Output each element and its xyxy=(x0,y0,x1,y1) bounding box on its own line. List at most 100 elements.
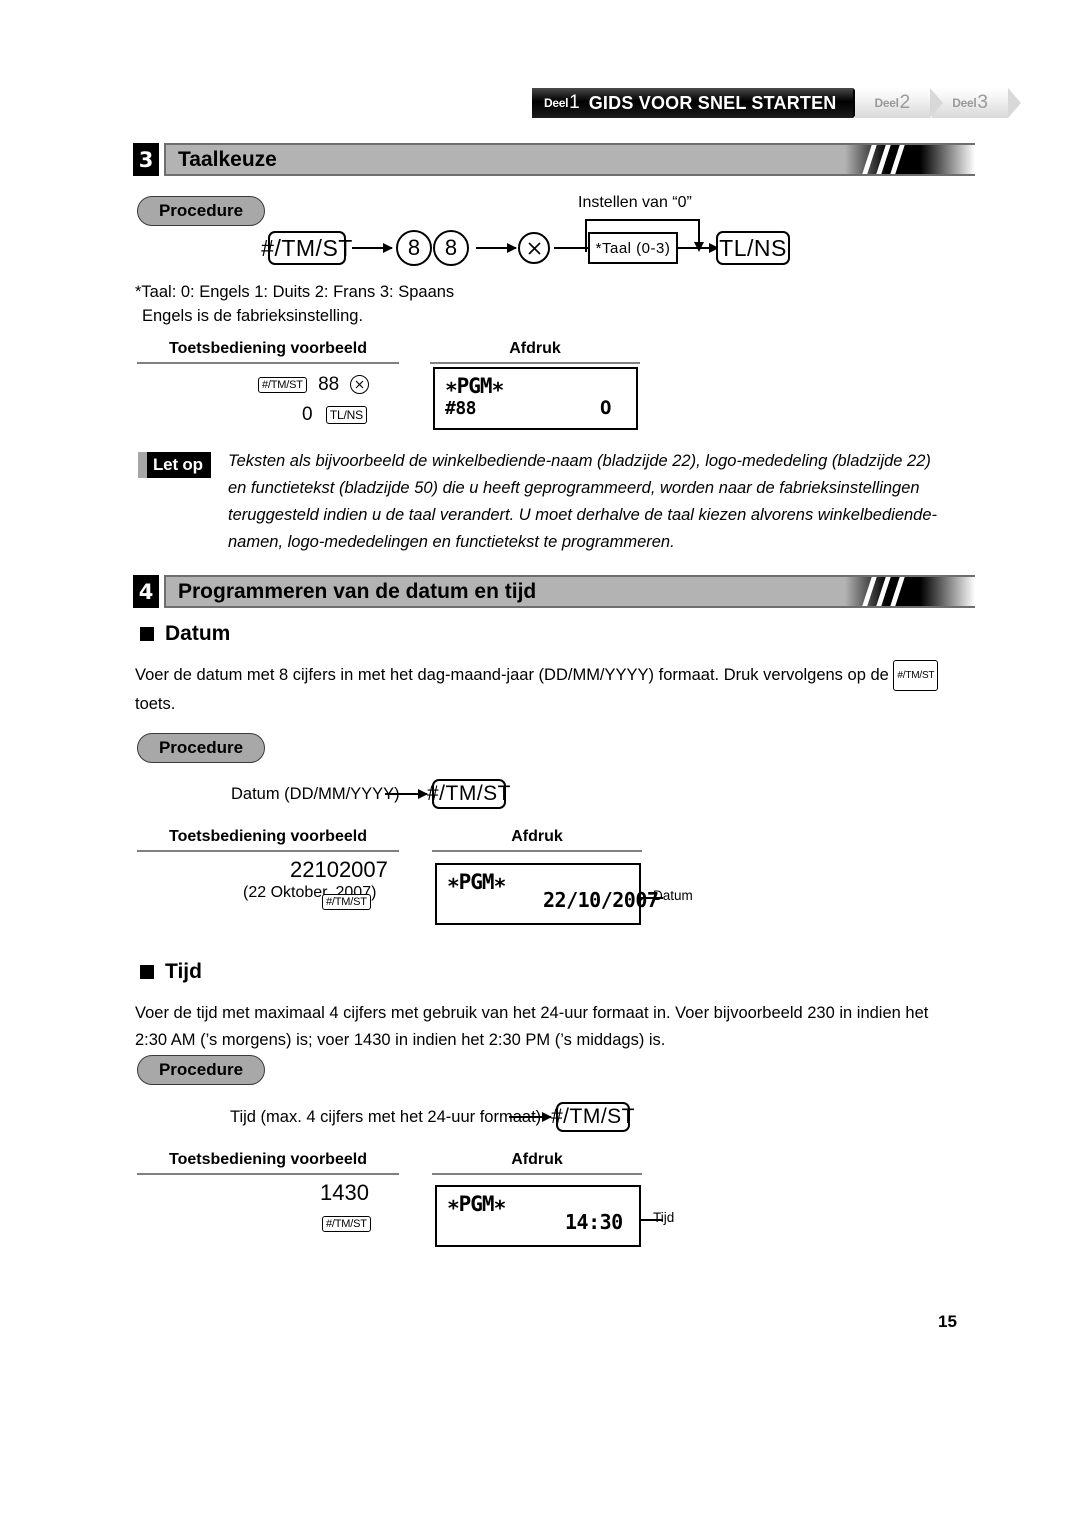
receipt-title-taalkeuze: ∗PGM∗ xyxy=(445,374,504,398)
receipt-title-datum: ∗PGM∗ xyxy=(447,870,506,894)
section-3-title: Taalkeuze xyxy=(178,147,277,171)
subsection-tijd-label: Tijd xyxy=(165,960,202,983)
tail-slash-4 xyxy=(860,577,879,606)
section-4-title: Programmeren van de datum en tijd xyxy=(178,579,537,603)
receipt-value-datum: 22/10/2007 xyxy=(543,888,659,912)
example-datum-entry-key-wrap: #/TM/ST xyxy=(322,893,371,911)
key-hash-tm-st-flow3[interactable]: #/TM/ST xyxy=(261,231,352,265)
example3-keys-row-2: 0 TL/NS xyxy=(302,404,367,426)
multiply-key-icon[interactable] xyxy=(518,232,550,264)
note-badge-bar-icon xyxy=(138,452,147,478)
procedure-badge-taalkeuze: Procedure xyxy=(137,196,265,226)
section-3-header: 3 Taalkeuze xyxy=(133,143,975,176)
subsection-tijd-heading: Tijd xyxy=(140,960,202,984)
key-tl-ns-example3[interactable]: TL/NS xyxy=(325,405,367,424)
taal-footnote-line-2: Engels is de fabrieksinstelling. xyxy=(142,307,364,325)
example3-keys-row-1: #/TM/ST 88 xyxy=(258,374,370,396)
example3-rule-print xyxy=(430,362,640,364)
tijd-flow-arrow xyxy=(509,1112,552,1122)
subsection-datum-label: Datum xyxy=(165,622,231,645)
receipt-title-tijd: ∗PGM∗ xyxy=(447,1192,506,1216)
flow-caption-instellen: Instellen van “0” xyxy=(578,194,692,211)
datum-paragraph: Voer de datum met 8 cijfers in met het d… xyxy=(135,660,955,718)
example-tijd-entry-key-wrap: #/TM/ST xyxy=(322,1215,371,1233)
example3-col-head-keys: Toetsbediening voorbeeld xyxy=(169,340,367,357)
tab-deel-2-number: 2 xyxy=(899,92,911,113)
multiply-key-icon-example3[interactable] xyxy=(350,375,370,395)
flow-param-taal-box: *Taal (0-3) xyxy=(588,232,678,264)
example-datum-rule-keys xyxy=(137,850,399,852)
page-number: 15 xyxy=(938,1312,957,1331)
receipt-line-88: #88 xyxy=(445,398,477,419)
tab-deel-1-prefix: Deel xyxy=(544,96,569,110)
procedure-badge-tijd: Procedure xyxy=(137,1055,265,1085)
key-tl-ns-flow3-label: TL/NS xyxy=(719,234,787,261)
example-datum-entry-value: 22102007 xyxy=(290,857,388,882)
receipt-value-o: O xyxy=(600,397,611,419)
bullet-square-icon-tijd xyxy=(140,965,154,979)
example-tijd-col-head-keys: Toetsbediening voorbeeld xyxy=(169,1151,367,1168)
section-4-number: 4 xyxy=(133,575,159,608)
procedure-badge-label: Procedure xyxy=(158,201,244,220)
key-hash-tm-st-example-tijd[interactable]: #/TM/ST xyxy=(322,1215,371,1232)
example-tijd-entry-value: 1430 xyxy=(320,1180,369,1205)
multiply-glyph-icon-small xyxy=(356,381,364,389)
key-digit-8-first[interactable]: 8 xyxy=(396,230,432,266)
example-datum-col-head-print: Afdruk xyxy=(511,828,563,845)
example3-col-head-print: Afdruk xyxy=(509,340,561,357)
flow-bracket-arrow-down xyxy=(694,219,704,252)
note-badge-label: Let op xyxy=(147,452,211,478)
key-digit-8-first-label: 8 xyxy=(407,235,421,260)
tail-slash-3 xyxy=(888,145,907,174)
key-hash-tm-st-flow-tijd-label: #/TM/ST xyxy=(551,1105,636,1128)
example-tijd-rule-keys xyxy=(137,1173,399,1175)
tab-deel-1[interactable]: Deel 1 GIDS VOOR SNEL STARTEN xyxy=(532,88,866,118)
section-4-header-tail-decoration xyxy=(845,577,975,606)
section-4-header: 4 Programmeren van de datum en tijd xyxy=(133,575,975,608)
breadcrumb: Deel 1 GIDS VOOR SNEL STARTEN Deel 2 Deel 3 xyxy=(532,88,1023,118)
tab-deel-2-prefix: Deel xyxy=(874,96,899,110)
tijd-flow-label: Tijd (max. 4 cijfers met het 24-uur form… xyxy=(230,1108,542,1126)
tab-deel-3[interactable]: Deel 3 xyxy=(932,88,1023,118)
example3-keys-row-1-value: 88 xyxy=(318,374,340,395)
example-datum-col-head-keys: Toetsbediening voorbeeld xyxy=(169,828,367,845)
note-text: Teksten als bijvoorbeeld de winkelbedien… xyxy=(228,452,938,551)
callout-label-datum: Datum xyxy=(653,888,693,903)
key-hash-tm-st-flow-tijd[interactable]: #/TM/ST xyxy=(551,1102,635,1132)
section-3-number: 3 xyxy=(133,143,159,176)
datum-flow-label: Datum (DD/MM/YYYY) xyxy=(231,785,400,803)
tail-slash-5 xyxy=(874,577,893,606)
tab-deel-1-number: 1 xyxy=(569,92,580,113)
multiply-glyph-icon xyxy=(527,241,541,255)
datum-paragraph-part-2: toets. xyxy=(135,695,176,713)
tail-slash-1 xyxy=(860,145,879,174)
flow-arrow-2 xyxy=(476,243,517,253)
key-hash-tm-st-example-datum[interactable]: #/TM/ST xyxy=(322,893,371,910)
note-badge: Let op xyxy=(138,452,211,478)
section-header-tail-decoration xyxy=(845,145,975,174)
datum-paragraph-part-1: Voer de datum met 8 cijfers in met het d… xyxy=(135,665,889,684)
key-hash-tm-st-inline-datum[interactable]: #/TM/ST xyxy=(893,660,939,691)
flow-line-3 xyxy=(554,247,585,249)
key-hash-tm-st-flow-datum-label: #/TM/ST xyxy=(427,782,512,805)
flow-line-4 xyxy=(676,247,700,249)
subsection-datum-heading: Datum xyxy=(140,622,230,646)
example-datum-rule-print xyxy=(432,850,642,852)
flow-bracket-top xyxy=(585,219,700,221)
key-tl-ns-flow3[interactable]: TL/NS xyxy=(716,231,790,265)
tab-deel-3-number: 3 xyxy=(977,92,988,113)
key-hash-tm-st-example3[interactable]: #/TM/ST xyxy=(258,376,307,393)
tab-deel-2[interactable]: Deel 2 xyxy=(854,88,945,118)
procedure-badge-datum-label: Procedure xyxy=(158,738,244,757)
key-digit-8-second[interactable]: 8 xyxy=(433,230,469,266)
bullet-square-icon-datum xyxy=(140,627,154,641)
key-hash-tm-st-flow3-label: #/TM/ST xyxy=(261,234,353,261)
tab-deel-1-title: GIDS VOOR SNEL STARTEN xyxy=(588,92,837,113)
example3-keys-row-2-value: 0 xyxy=(302,404,313,425)
example-tijd-rule-print xyxy=(432,1173,642,1175)
example3-rule-keys xyxy=(137,362,399,364)
section-3-title-bar: Taalkeuze xyxy=(164,143,975,176)
key-digit-8-second-label: 8 xyxy=(444,235,458,260)
key-hash-tm-st-flow-datum[interactable]: #/TM/ST xyxy=(427,779,511,809)
taal-footnote-line-1: *Taal: 0: Engels 1: Duits 2: Frans 3: Sp… xyxy=(135,283,455,301)
